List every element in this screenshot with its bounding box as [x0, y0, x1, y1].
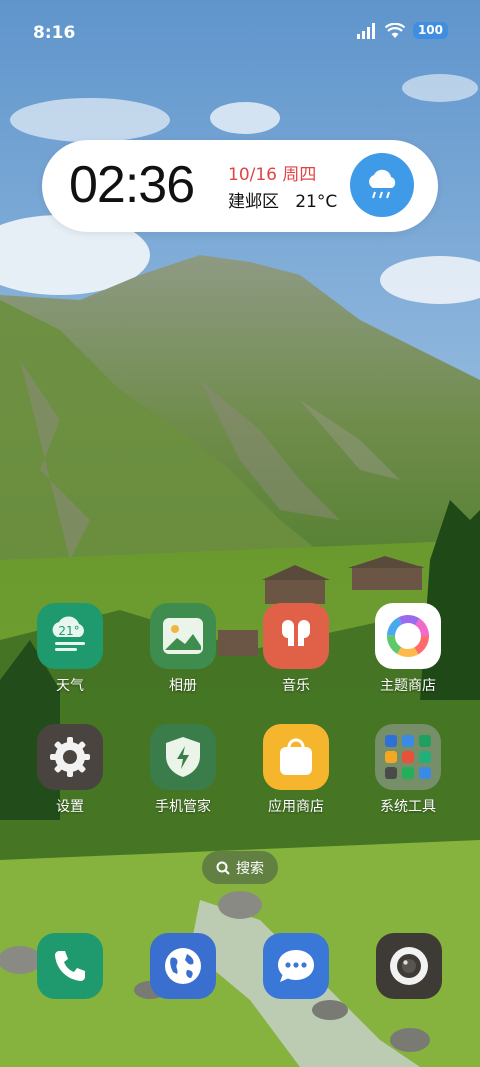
search-label: 搜索 [236, 860, 264, 877]
wifi-icon [384, 22, 405, 38]
gallery-app-icon [150, 603, 216, 669]
status-icons: 100 [356, 22, 448, 39]
app-weather[interactable]: 21° 天气 [30, 603, 110, 695]
camera-icon [390, 947, 428, 985]
weather-app-icon: 21° [37, 603, 103, 669]
location-name: 建邺区 [228, 192, 279, 212]
dock-browser[interactable] [150, 933, 216, 999]
app-theme-store[interactable]: 主题商店 [368, 603, 448, 695]
search-button[interactable]: 搜索 [202, 851, 278, 884]
dock-camera[interactable] [376, 933, 442, 999]
messages-icon [278, 950, 314, 982]
app-label-music: 音乐 [282, 678, 310, 694]
app-music[interactable]: 音乐 [256, 603, 336, 695]
app-store-bag-icon [263, 724, 329, 790]
app-label-app-store: 应用商店 [268, 799, 324, 815]
app-app-store[interactable]: 应用商店 [256, 724, 336, 816]
settings-gear-icon [37, 724, 103, 790]
app-label-settings: 设置 [56, 799, 84, 815]
phone-icon [55, 951, 85, 981]
dock-messages[interactable] [263, 933, 329, 999]
app-settings[interactable]: 设置 [30, 724, 110, 816]
rain-cloud-icon [350, 153, 414, 217]
signal-icon [356, 22, 375, 39]
status-time: 8:16 [33, 23, 76, 43]
status-bar: 8:16 100 [0, 0, 480, 66]
app-system-tools-folder[interactable]: 系统工具 [368, 724, 448, 816]
clock-date: 10/16 周四 [228, 165, 317, 185]
clock-weather-widget[interactable]: 02:36 10/16 周四 建邺区 21°C [42, 140, 438, 232]
app-label-phone-manager: 手机管家 [155, 799, 211, 815]
app-label-theme-store: 主题商店 [380, 678, 436, 694]
weather-icon-temp: 21° [58, 624, 79, 638]
clock-time: 02:36 [69, 156, 195, 214]
security-shield-icon [150, 724, 216, 790]
app-phone-manager[interactable]: 手机管家 [143, 724, 223, 816]
app-gallery[interactable]: 相册 [143, 603, 223, 695]
app-label-system-tools: 系统工具 [380, 799, 436, 815]
app-label-weather: 天气 [56, 678, 84, 694]
search-icon [216, 861, 230, 875]
temperature: 21°C [295, 192, 338, 212]
clock-location: 建邺区 21°C [228, 187, 337, 212]
browser-globe-icon [165, 948, 201, 984]
theme-store-icon [375, 603, 441, 669]
app-label-gallery: 相册 [169, 678, 197, 694]
system-tools-folder-icon [375, 724, 441, 790]
dock-phone[interactable] [37, 933, 103, 999]
battery-icon: 100 [412, 22, 448, 39]
music-app-icon [263, 603, 329, 669]
